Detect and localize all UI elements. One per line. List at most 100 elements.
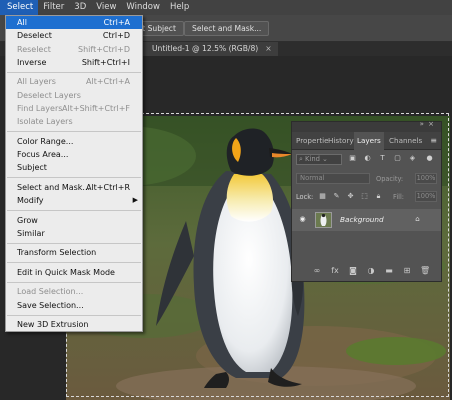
menu-item-label: Find Layers (17, 103, 63, 113)
menu-item-modify[interactable]: Modify ▶ (6, 194, 142, 207)
menu-item-label: Color Range... (17, 136, 74, 146)
adjustment-filter-icon[interactable]: ◐ (363, 154, 372, 163)
menu-filter[interactable]: Filter (38, 0, 69, 15)
menu-view[interactable]: View (91, 0, 121, 15)
menu-bar: Select Filter 3D View Window Help (0, 0, 452, 15)
menu-item-grow[interactable]: Grow (6, 214, 142, 227)
menu-window[interactable]: Window (121, 0, 165, 15)
menu-item-label: Edit in Quick Mask Mode (17, 267, 115, 277)
lock-transparent-icon[interactable]: ▦ (318, 192, 327, 201)
menu-item-focus-area[interactable]: Focus Area... (6, 148, 142, 161)
shape-filter-icon[interactable]: ▢ (393, 154, 402, 163)
menu-item-shortcut: Shift+Ctrl+D (78, 44, 130, 54)
kind-filter-select[interactable]: ⌕ Kind ⌄ (296, 154, 342, 165)
menu-item-load-selection: Load Selection... (6, 285, 142, 298)
document-tab-title: Untitled-1 @ 12.5% (RGB/8) (152, 44, 259, 53)
menu-separator (7, 314, 141, 316)
layer-lock-icon: ⌂ (415, 215, 420, 223)
menu-item-label: Inverse (17, 57, 47, 67)
menu-item-inverse[interactable]: Inverse Shift+Ctrl+I (6, 56, 142, 69)
menu-item-deselect[interactable]: Deselect Ctrl+D (6, 29, 142, 42)
menu-separator (7, 210, 141, 212)
menu-item-find-layers: Find Layers Alt+Shift+Ctrl+F (6, 102, 142, 115)
menu-3d[interactable]: 3D (69, 0, 91, 15)
add-mask-icon[interactable]: ◙ (348, 266, 358, 276)
document-tab[interactable]: Untitled-1 @ 12.5% (RGB/8) × (143, 42, 278, 56)
delete-layer-icon[interactable]: 🗑︎ (420, 266, 430, 276)
link-layers-icon[interactable]: ∞ (312, 266, 322, 276)
layer-style-icon[interactable]: fx (330, 266, 340, 276)
menu-item-label: Subject (17, 163, 47, 173)
adjustment-layer-icon[interactable]: ◑ (366, 266, 376, 276)
menu-item-shortcut: Alt+Ctrl+A (86, 77, 130, 87)
menu-item-subject[interactable]: Subject (6, 161, 142, 174)
lock-paint-icon[interactable]: ✎ (332, 192, 341, 201)
menu-item-label: Transform Selection (17, 248, 97, 258)
new-layer-icon[interactable]: ⊞ (402, 266, 412, 276)
menu-item-label: Save Selection... (17, 300, 84, 310)
tab-properties[interactable]: Propertie (296, 132, 329, 150)
select-menu-dropdown: All Ctrl+A Deselect Ctrl+D Reselect Shift+Ctr… (5, 15, 143, 333)
menu-item-edit-in-quick-mask-mode[interactable]: Edit in Quick Mask Mode (6, 266, 142, 279)
menu-item-save-selection[interactable]: Save Selection... (6, 299, 142, 312)
opacity-field[interactable]: 100% (415, 173, 437, 184)
filter-toggle-icon[interactable]: ● (425, 154, 434, 163)
menu-select[interactable]: Select (0, 0, 39, 15)
opacity-label: Opacity: (376, 175, 404, 183)
menu-separator (7, 242, 141, 244)
menu-item-label: Focus Area... (17, 150, 69, 160)
new-group-icon[interactable]: ▬ (384, 266, 394, 276)
menu-item-shortcut: Ctrl+A (103, 18, 130, 27)
menu-item-new-3d-extrusion[interactable]: New 3D Extrusion (6, 318, 142, 331)
filter-row: ⌕ Kind ⌄ ▣ ◐ T ▢ ◈ ● (292, 151, 441, 169)
menu-item-label: Reselect (17, 44, 51, 54)
blend-mode-select[interactable]: Normal (296, 173, 370, 184)
menu-item-shortcut: Alt+Ctrl+R (85, 182, 130, 192)
kind-filter-label: Kind (304, 155, 320, 163)
menu-item-shortcut: Alt+Shift+Ctrl+F (62, 103, 130, 113)
menu-item-all-layers: All Layers Alt+Ctrl+A (6, 75, 142, 88)
type-filter-icon[interactable]: T (378, 154, 387, 163)
menu-separator (7, 177, 141, 179)
select-and-mask-button[interactable]: Select and Mask... (184, 21, 270, 36)
menu-item-label: Deselect (17, 31, 52, 41)
menu-item-label: Deselect Layers (17, 90, 81, 100)
menu-separator (7, 131, 141, 133)
menu-item-transform-selection[interactable]: Transform Selection (6, 246, 142, 259)
pixel-filter-icon[interactable]: ▣ (348, 154, 357, 163)
menu-item-label: Select and Mask... (17, 182, 91, 192)
layer-row-background[interactable]: ◉ Background ⌂ (292, 209, 441, 231)
fill-field[interactable]: 100% (415, 191, 437, 202)
menu-item-all[interactable]: All Ctrl+A (6, 16, 142, 30)
layer-name: Background (340, 215, 384, 224)
panel-tabs: Propertie History Layers Channels ≡ (292, 132, 441, 150)
lock-row: Lock: ▦ ✎ ✥ ⬚ 🔒︎ Fill: 100% (292, 188, 441, 206)
tab-layers[interactable]: Layers (354, 132, 384, 150)
lock-move-icon[interactable]: ✥ (346, 192, 355, 201)
menu-item-label: Isolate Layers (17, 117, 73, 127)
smart-object-filter-icon[interactable]: ◈ (408, 154, 417, 163)
lock-all-icon[interactable]: 🔒︎ (374, 192, 383, 201)
menu-item-color-range[interactable]: Color Range... (6, 135, 142, 148)
menu-separator (7, 262, 141, 264)
menu-item-deselect-layers: Deselect Layers (6, 89, 142, 102)
visibility-eye-icon[interactable]: ◉ (298, 215, 307, 224)
menu-item-isolate-layers: Isolate Layers (6, 115, 142, 128)
menu-item-similar[interactable]: Similar (6, 227, 142, 240)
panel-menu-icon[interactable]: ≡ (430, 136, 437, 145)
menu-item-label: Grow (17, 215, 38, 225)
lock-label: Lock: (296, 193, 314, 201)
lock-artboard-icon[interactable]: ⬚ (360, 192, 369, 201)
panel-header[interactable]: » × (292, 120, 441, 132)
tab-channels[interactable]: Channels (389, 132, 422, 150)
close-icon[interactable]: × (265, 44, 271, 53)
panel-collapse-icon[interactable]: » × (420, 120, 435, 128)
menu-item-reselect: Reselect Shift+Ctrl+D (6, 43, 142, 56)
menu-item-select-and-mask[interactable]: Select and Mask... Alt+Ctrl+R (6, 181, 142, 194)
tab-history[interactable]: History (328, 132, 354, 150)
layers-panel: » × Propertie History Layers Channels ≡ … (291, 120, 442, 282)
fill-label: Fill: (393, 193, 405, 201)
menu-help[interactable]: Help (165, 0, 194, 15)
menu-item-label: New 3D Extrusion (17, 320, 89, 330)
menu-item-label: Similar (17, 228, 45, 238)
